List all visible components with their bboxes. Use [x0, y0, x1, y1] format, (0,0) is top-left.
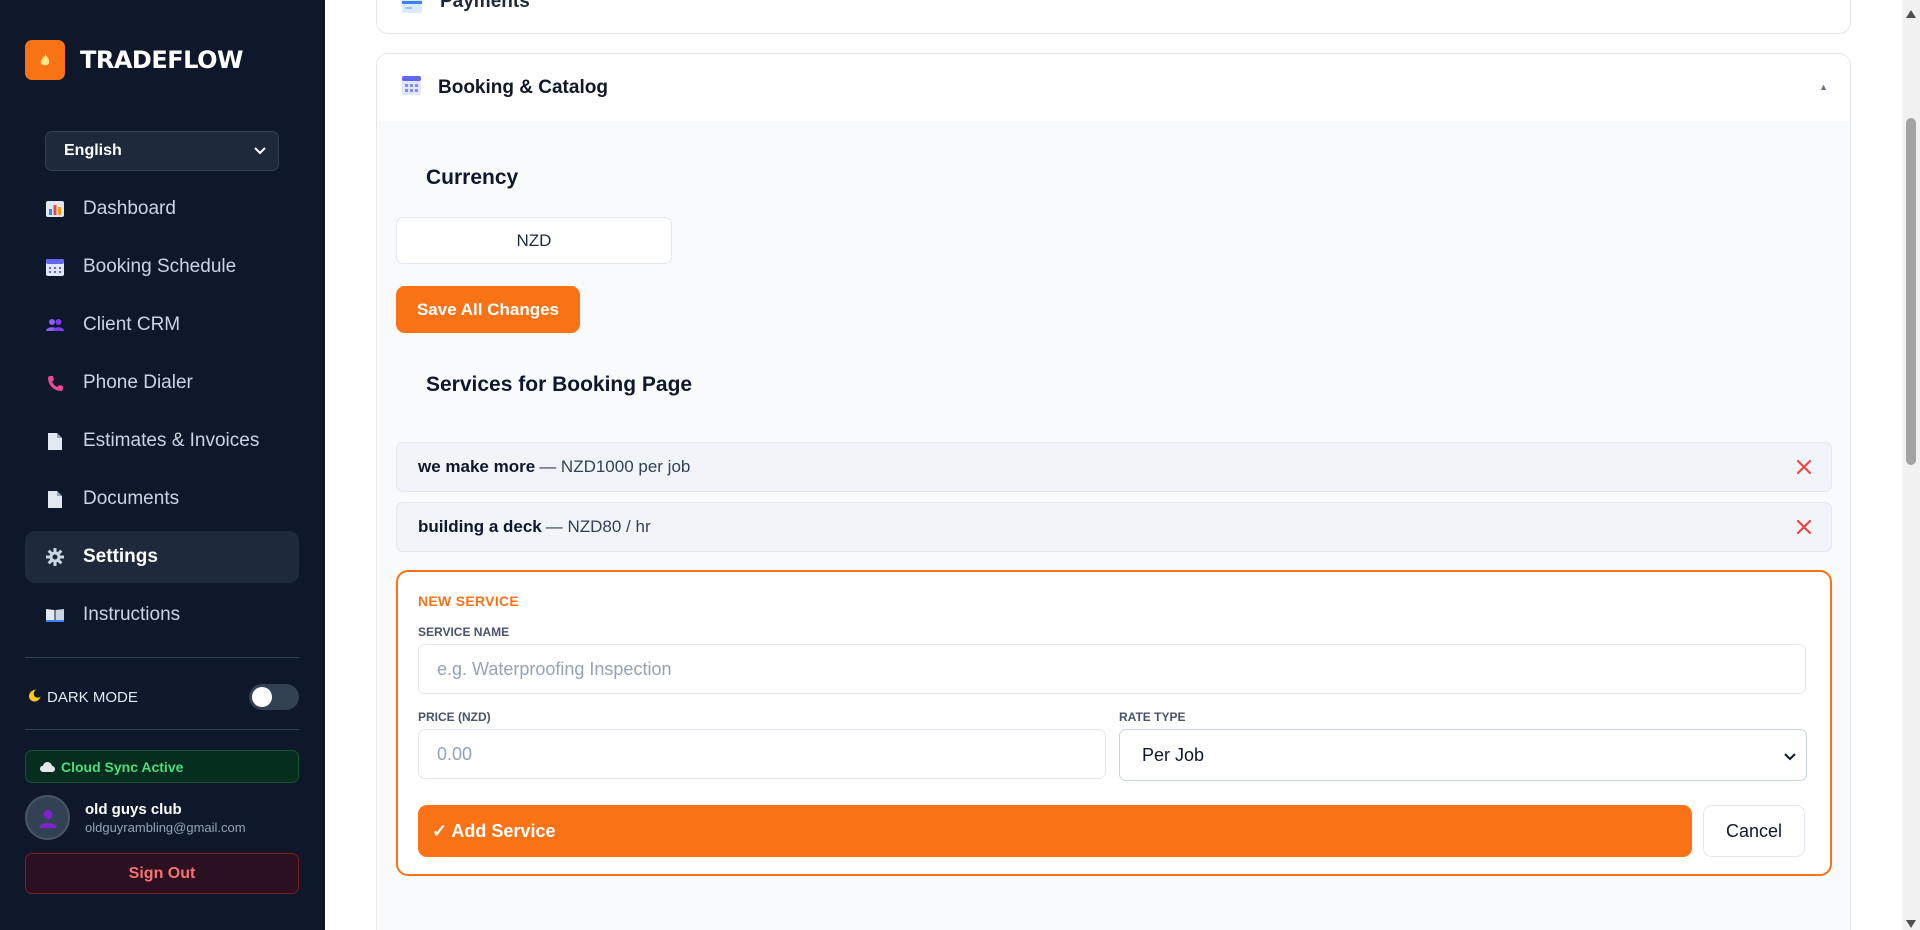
services-heading: Services for Booking Page [426, 373, 693, 396]
sidebar-item-settings[interactable]: Settings [25, 531, 299, 583]
add-service-button[interactable]: ✓ Add Service [418, 805, 1692, 857]
currency-input[interactable]: NZD [396, 217, 672, 264]
save-all-changes-button[interactable]: Save All Changes [396, 286, 580, 333]
user-email: oldguyrambling@gmail.com [85, 819, 246, 835]
dark-mode-text: DARK MODE [47, 688, 138, 706]
dark-mode-row: DARK MODE [28, 684, 299, 710]
sidebar-item-instructions[interactable]: Instructions [25, 589, 299, 641]
scroll-thumb[interactable] [1906, 118, 1916, 465]
sidebar-nav: Dashboard Booking Schedule Client CRM Ph… [25, 183, 299, 647]
sync-status: Cloud Sync Active [61, 758, 184, 775]
service-name-label: SERVICE NAME [418, 625, 510, 639]
calendar-icon [46, 258, 64, 276]
service-item: building a deck — NZD80 / hr [396, 502, 1832, 552]
rate-type-value: Per Job [1142, 744, 1205, 765]
payments-title: Payments [440, 0, 530, 12]
language-select[interactable]: English [45, 131, 279, 171]
sidebar-item-label: Instructions [83, 604, 181, 625]
price-input[interactable]: 0.00 [418, 729, 1106, 779]
sidebar: TRADEFLOW English Dashboard Booking Sche… [0, 0, 325, 930]
brand[interactable]: TRADEFLOW [25, 40, 243, 80]
document-icon [46, 490, 64, 508]
phone-icon [46, 374, 64, 392]
language-value: English [64, 142, 122, 159]
new-service-title: NEW SERVICE [418, 593, 520, 609]
dark-mode-toggle[interactable] [249, 684, 299, 710]
sidebar-item-phone-dialer[interactable]: Phone Dialer [25, 357, 299, 409]
chevron-up-icon[interactable]: ▲ [1819, 82, 1828, 92]
users-icon [46, 316, 64, 334]
payments-section[interactable]: Payments [376, 0, 1851, 34]
sidebar-item-dashboard[interactable]: Dashboard [25, 183, 299, 235]
cancel-button[interactable]: Cancel [1703, 805, 1805, 857]
service-detail: — NZD80 / hr [545, 517, 651, 536]
booking-catalog-title: Booking & Catalog [438, 76, 608, 98]
brand-name: TRADEFLOW [80, 46, 243, 74]
price-label: PRICE (NZD) [418, 710, 491, 724]
toggle-knob [252, 687, 272, 707]
dark-mode-label: DARK MODE [28, 689, 138, 706]
scroll-up-arrow-icon[interactable] [1906, 5, 1916, 18]
service-item: we make more — NZD1000 per job [396, 442, 1832, 492]
sidebar-item-label: Client CRM [83, 314, 181, 335]
gear-icon [46, 548, 64, 566]
sidebar-item-label: Estimates & Invoices [83, 430, 260, 451]
chevron-down-icon [1784, 745, 1796, 766]
document-icon [46, 432, 64, 450]
sidebar-item-label: Documents [83, 488, 180, 509]
currency-heading: Currency [426, 166, 519, 189]
rate-type-label: RATE TYPE [1119, 710, 1186, 724]
close-icon[interactable] [1795, 458, 1813, 476]
scrollbar[interactable] [1902, 0, 1920, 930]
sidebar-divider [25, 657, 299, 658]
user-name: old guys club [85, 800, 182, 818]
chevron-down-icon [254, 142, 266, 160]
scroll-down-arrow-icon[interactable] [1906, 915, 1916, 928]
cloud-icon [40, 759, 55, 775]
sign-out-button[interactable]: Sign Out [25, 853, 299, 894]
new-service-form: NEW SERVICE SERVICE NAME e.g. Waterproof… [396, 570, 1832, 876]
cloud-sync-badge: Cloud Sync Active [25, 750, 299, 783]
sidebar-item-label: Booking Schedule [83, 256, 237, 277]
sidebar-item-label: Dashboard [83, 198, 176, 219]
service-name: building a deck [418, 517, 542, 536]
flame-icon [25, 40, 65, 80]
close-icon[interactable] [1795, 518, 1813, 536]
book-icon [46, 606, 64, 624]
rate-type-select[interactable]: Per Job [1119, 729, 1807, 781]
sidebar-item-documents[interactable]: Documents [25, 473, 299, 525]
service-name: we make more [418, 457, 536, 476]
sidebar-item-client-crm[interactable]: Client CRM [25, 299, 299, 351]
bar-chart-icon [46, 200, 64, 218]
avatar[interactable] [25, 795, 70, 840]
booking-catalog-header[interactable]: Booking & Catalog [377, 54, 1850, 121]
booking-catalog-section: Booking & Catalog ▲ Currency NZD Save Al… [376, 53, 1851, 930]
sidebar-item-estimates-invoices[interactable]: Estimates & Invoices [25, 415, 299, 467]
service-detail: — NZD1000 per job [539, 457, 691, 476]
main-content: Payments Booking & Catalog ▲ Currency NZ… [325, 0, 1902, 930]
sidebar-item-booking-schedule[interactable]: Booking Schedule [25, 241, 299, 293]
sidebar-divider [25, 729, 299, 730]
user-profile: old guys club oldguyrambling@gmail.com [25, 795, 246, 840]
sidebar-item-label: Settings [83, 546, 158, 567]
service-name-input[interactable]: e.g. Waterproofing Inspection [418, 644, 1806, 694]
sidebar-item-label: Phone Dialer [83, 372, 193, 393]
credit-card-icon [402, 0, 422, 18]
moon-icon [28, 689, 41, 706]
calendar-icon [402, 75, 421, 100]
